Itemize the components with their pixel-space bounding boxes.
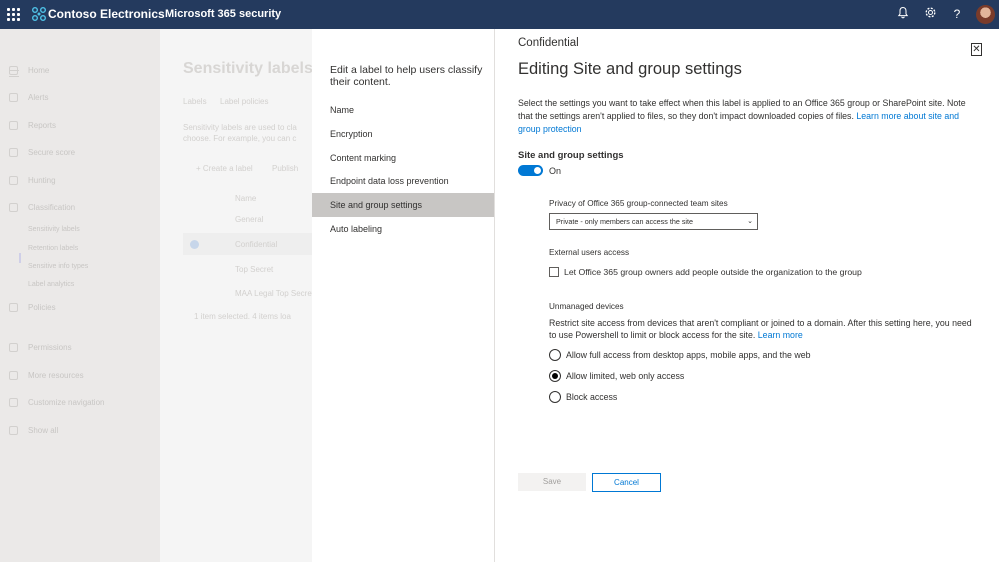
- show-all-icon: [9, 426, 18, 435]
- close-button[interactable]: ✕: [971, 43, 982, 56]
- nav-item-secure-score[interactable]: Secure score: [28, 148, 75, 157]
- radio-full-access-label[interactable]: Allow full access from desktop apps, mob…: [566, 350, 811, 360]
- step-encryption[interactable]: Encryption: [312, 122, 494, 146]
- hunting-icon: [9, 176, 18, 185]
- gear-icon[interactable]: [922, 6, 938, 22]
- nav-item-hunting[interactable]: Hunting: [28, 176, 56, 185]
- nav-sub-sensitive-info-types[interactable]: Sensitive info types: [28, 263, 88, 270]
- step-auto-labeling[interactable]: Auto labeling: [312, 217, 494, 241]
- check-icon: [190, 240, 199, 249]
- background-row[interactable]: Top Secret: [235, 265, 273, 274]
- background-row-header: Name: [235, 194, 257, 203]
- customize-icon: [9, 398, 18, 407]
- step-endpoint-dlp[interactable]: Endpoint data loss prevention: [312, 169, 494, 193]
- nav-sub-retention-labels[interactable]: Retention labels: [28, 245, 78, 252]
- nav-item-reports[interactable]: Reports: [28, 121, 56, 130]
- help-icon[interactable]: ?: [949, 6, 965, 22]
- nav-sub-label-analytics[interactable]: Label analytics: [28, 281, 74, 288]
- top-bar: Contoso Electronics Microsoft 365 securi…: [0, 0, 999, 29]
- toggle-label: On: [549, 166, 562, 176]
- chevron-down-icon: ⌄: [747, 218, 753, 225]
- site-group-settings-toggle[interactable]: [518, 165, 543, 176]
- nav-selected-marker: [19, 253, 21, 263]
- alerts-icon: [9, 93, 18, 102]
- background-create-label[interactable]: + Create a label: [196, 164, 253, 173]
- external-users-checkbox-label[interactable]: Let Office 365 group owners add people o…: [564, 267, 862, 277]
- app-launcher-icon[interactable]: [7, 8, 20, 21]
- background-description-line-1: Sensitivity labels are used to cla: [183, 123, 297, 132]
- edit-panel: Confidential ✕ Editing Site and group se…: [495, 29, 999, 562]
- background-tab-labels[interactable]: Labels: [183, 97, 207, 106]
- left-nav: [0, 29, 160, 562]
- nav-item-classification[interactable]: Classification: [28, 203, 75, 212]
- nav-item-more-resources[interactable]: More resources: [28, 371, 84, 380]
- cancel-button[interactable]: Cancel: [592, 473, 661, 492]
- close-icon: ✕: [972, 44, 981, 55]
- nav-item-permissions[interactable]: Permissions: [28, 343, 72, 352]
- reports-icon: [9, 121, 18, 130]
- more-resources-icon: [9, 371, 18, 380]
- label-name: Confidential: [518, 37, 579, 49]
- brand-name[interactable]: Contoso Electronics: [48, 7, 165, 21]
- avatar[interactable]: [976, 5, 995, 24]
- background-publish[interactable]: Publish: [272, 164, 298, 173]
- nav-item-home[interactable]: Home: [28, 66, 49, 75]
- step-name[interactable]: Name: [312, 98, 494, 122]
- radio-block-access-label[interactable]: Block access: [566, 392, 617, 402]
- section-title: Site and group settings: [518, 150, 624, 161]
- background-tab-policies[interactable]: Label policies: [220, 97, 268, 106]
- nav-item-show-all[interactable]: Show all: [28, 426, 58, 435]
- secure-score-icon: [9, 148, 18, 157]
- nav-item-customize-navigation[interactable]: Customize navigation: [28, 398, 104, 407]
- description: Select the settings you want to take eff…: [518, 97, 978, 136]
- steps-intro: Edit a label to help users classify thei…: [330, 64, 483, 88]
- page-title: Editing Site and group settings: [518, 60, 742, 78]
- unmanaged-devices-title: Unmanaged devices: [549, 302, 624, 311]
- background-row[interactable]: MAA Legal Top Secret: [235, 289, 314, 298]
- background-page-title: Sensitivity labels: [183, 60, 313, 77]
- nav-item-alerts[interactable]: Alerts: [28, 93, 48, 102]
- unmanaged-learn-more-link[interactable]: Learn more: [758, 330, 803, 340]
- bell-icon[interactable]: [895, 6, 911, 22]
- radio-limited-access[interactable]: [549, 370, 561, 382]
- contoso-logo-icon: [32, 7, 46, 21]
- home-icon: [9, 66, 18, 75]
- wizard-steps-panel: Edit a label to help users classify thei…: [312, 29, 495, 562]
- step-site-and-group-settings[interactable]: Site and group settings: [312, 193, 494, 217]
- radio-limited-access-label[interactable]: Allow limited, web only access: [566, 371, 684, 381]
- privacy-select-value: Private - only members can access the si…: [556, 217, 694, 226]
- radio-block-access[interactable]: [549, 391, 561, 403]
- external-users-checkbox[interactable]: [549, 267, 559, 277]
- privacy-title: Privacy of Office 365 group-connected te…: [549, 199, 728, 208]
- classification-icon: [9, 203, 18, 212]
- radio-full-access[interactable]: [549, 349, 561, 361]
- background-row[interactable]: General: [235, 215, 263, 224]
- nav-sub-sensitivity-labels[interactable]: Sensitivity labels: [28, 226, 80, 233]
- background-description-line-2: choose. For example, you can c: [183, 134, 297, 143]
- permissions-icon: [9, 343, 18, 352]
- product-name[interactable]: Microsoft 365 security: [165, 8, 281, 20]
- external-users-title: External users access: [549, 248, 630, 257]
- background-footer: 1 item selected. 4 items loa: [194, 312, 291, 321]
- unmanaged-devices-description: Restrict site access from devices that a…: [549, 317, 979, 341]
- save-button[interactable]: Save: [518, 473, 586, 491]
- step-content-marking[interactable]: Content marking: [312, 146, 494, 170]
- privacy-select[interactable]: Private - only members can access the si…: [549, 213, 758, 230]
- nav-item-policies[interactable]: Policies: [28, 303, 56, 312]
- policies-icon: [9, 303, 18, 312]
- background-row[interactable]: Confidential: [235, 240, 277, 249]
